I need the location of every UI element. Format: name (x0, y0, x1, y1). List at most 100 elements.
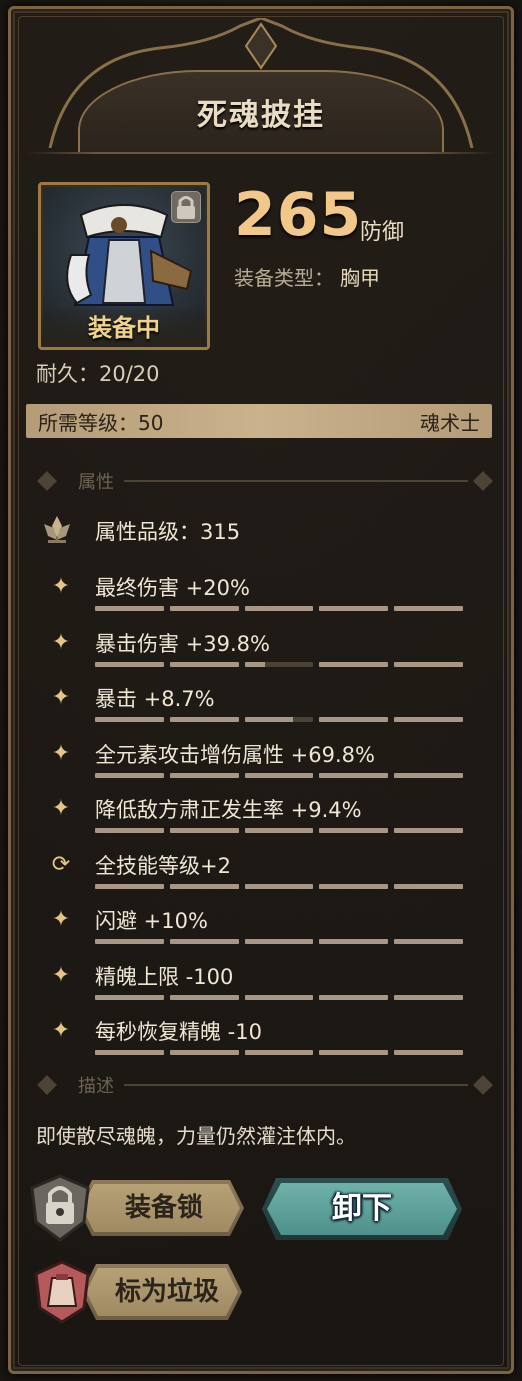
durability-value: 20/20 (99, 362, 160, 386)
attribute-roll-bar (95, 995, 463, 1001)
trash-bag-icon[interactable] (30, 1258, 94, 1326)
roll-segment (319, 717, 389, 722)
attribute-row: ⟳ 全技能等级+2 (0, 848, 522, 904)
item-title: 死魂披挂 (197, 98, 325, 133)
attribute-text: 暴击伤害 +39.8% (95, 632, 270, 656)
roll-segment (394, 662, 463, 667)
refresh-icon: ⟳ (51, 852, 71, 877)
attribute-roll-bar (95, 1050, 463, 1056)
roll-segment (394, 828, 463, 833)
sparkle-icon: ✦ (51, 741, 71, 766)
diamond-icon (473, 1075, 493, 1095)
roll-segment (244, 995, 314, 1000)
equipment-type: 装备类型： 胸甲 (234, 262, 380, 291)
equipment-lock-button[interactable]: 装备锁 (78, 1180, 244, 1236)
quality-value: 315 (200, 520, 241, 544)
roll-segment (244, 939, 314, 944)
roll-segment (169, 884, 239, 889)
diamond-icon (37, 1075, 57, 1095)
item-detail-screen: 死魂披挂 装备中 耐久：20/20 265 防御 装备类型： 胸甲 所需等级：50… (0, 0, 522, 1381)
padlock-icon (171, 191, 201, 223)
level-label: 所需等级： (38, 411, 138, 435)
roll-segment (319, 662, 389, 667)
roll-segment (319, 606, 389, 611)
roll-segment (319, 1050, 389, 1055)
attribute-roll-bar (95, 828, 463, 834)
roll-segment (319, 773, 389, 778)
roll-segment (95, 606, 164, 611)
roll-segment (95, 828, 164, 833)
roll-segment (244, 1050, 314, 1055)
attribute-text: 最终伤害 +20% (95, 576, 250, 600)
attribute-roll-bar (95, 773, 463, 779)
roll-segment (394, 995, 463, 1000)
attribute-row: ✦ 暴击 +8.7% (0, 681, 522, 737)
item-portrait[interactable]: 装备中 (38, 182, 210, 350)
roll-segment (244, 828, 314, 833)
roll-segment (244, 662, 314, 667)
attribute-roll-bar (95, 884, 463, 890)
lotus-quality-icon (44, 516, 70, 543)
shield-lock-icon[interactable] (26, 1172, 94, 1244)
diamond-icon (473, 471, 493, 491)
roll-segment (169, 995, 239, 1000)
unequip-label: 卸下 (332, 1191, 392, 1226)
roll-segment (319, 939, 389, 944)
description-header: 描述 (37, 1072, 493, 1098)
roll-segment (319, 995, 389, 1000)
description-title: 描述 (78, 1076, 114, 1097)
attribute-quality: 属性品级：315 (95, 516, 240, 546)
attribute-text: 全技能等级+2 (95, 854, 231, 878)
mark-junk-label: 标为垃圾 (114, 1277, 219, 1307)
sparkle-icon: ✦ (51, 796, 71, 821)
level-requirement: 所需等级：50 (38, 407, 163, 436)
roll-segment (244, 773, 314, 778)
roll-segment (394, 1050, 463, 1055)
section-divider (124, 480, 468, 482)
equipped-status: 装备中 (41, 309, 207, 347)
roll-segment (95, 717, 164, 722)
header-divider (26, 152, 496, 154)
roll-segment (95, 662, 164, 667)
roll-segment (394, 884, 463, 889)
sparkle-icon: ✦ (51, 630, 71, 655)
sparkle-icon: ✦ (51, 574, 71, 599)
attribute-row: ✦ 每秒恢复精魄 -10 (0, 1014, 522, 1070)
attribute-text: 每秒恢复精魄 -10 (95, 1020, 262, 1044)
sparkle-icon: ✦ (51, 963, 71, 988)
attribute-text: 闪避 +10% (95, 909, 208, 933)
attribute-row: ✦ 闪避 +10% (0, 903, 522, 959)
defense-label: 防御 (360, 220, 405, 245)
attribute-text: 全元素攻击增伤属性 +69.8% (95, 743, 375, 767)
roll-segment (244, 717, 314, 722)
mark-junk-button[interactable]: 标为垃圾 (82, 1264, 242, 1320)
attribute-roll-bar (95, 939, 463, 945)
roll-segment (95, 773, 164, 778)
equipment-type-value: 胸甲 (340, 266, 380, 290)
roll-segment (169, 1050, 239, 1055)
attribute-row: ✦ 全元素攻击增伤属性 +69.8% (0, 737, 522, 793)
attribute-row: ✦ 暴击伤害 +39.8% (0, 626, 522, 682)
durability: 耐久：20/20 (36, 358, 160, 388)
roll-segment (95, 939, 164, 944)
attribute-row: ✦ 精魄上限 -100 (0, 959, 522, 1015)
roll-segment (169, 939, 239, 944)
roll-segment (394, 606, 463, 611)
attribute-row: ✦ 最终伤害 +20% (0, 570, 522, 626)
level-value: 50 (138, 411, 164, 435)
roll-segment (169, 828, 239, 833)
attribute-text: 精魄上限 -100 (95, 965, 234, 989)
section-divider (124, 1084, 468, 1086)
roll-segment (95, 995, 164, 1000)
attributes-title: 属性 (78, 472, 114, 493)
attribute-roll-bar (95, 717, 463, 723)
unequip-button[interactable]: 卸下 (262, 1178, 462, 1240)
sparkle-icon: ✦ (51, 1018, 71, 1043)
class-requirement: 魂术士 (420, 411, 480, 435)
attribute-text: 降低敌方肃正发生率 +9.4% (95, 798, 362, 822)
item-description: 即使散尽魂魄，力量仍然灌注体内。 (36, 1124, 356, 1148)
roll-segment (394, 773, 463, 778)
sparkle-icon: ✦ (51, 685, 71, 710)
roll-segment (169, 662, 239, 667)
roll-segment (319, 828, 389, 833)
